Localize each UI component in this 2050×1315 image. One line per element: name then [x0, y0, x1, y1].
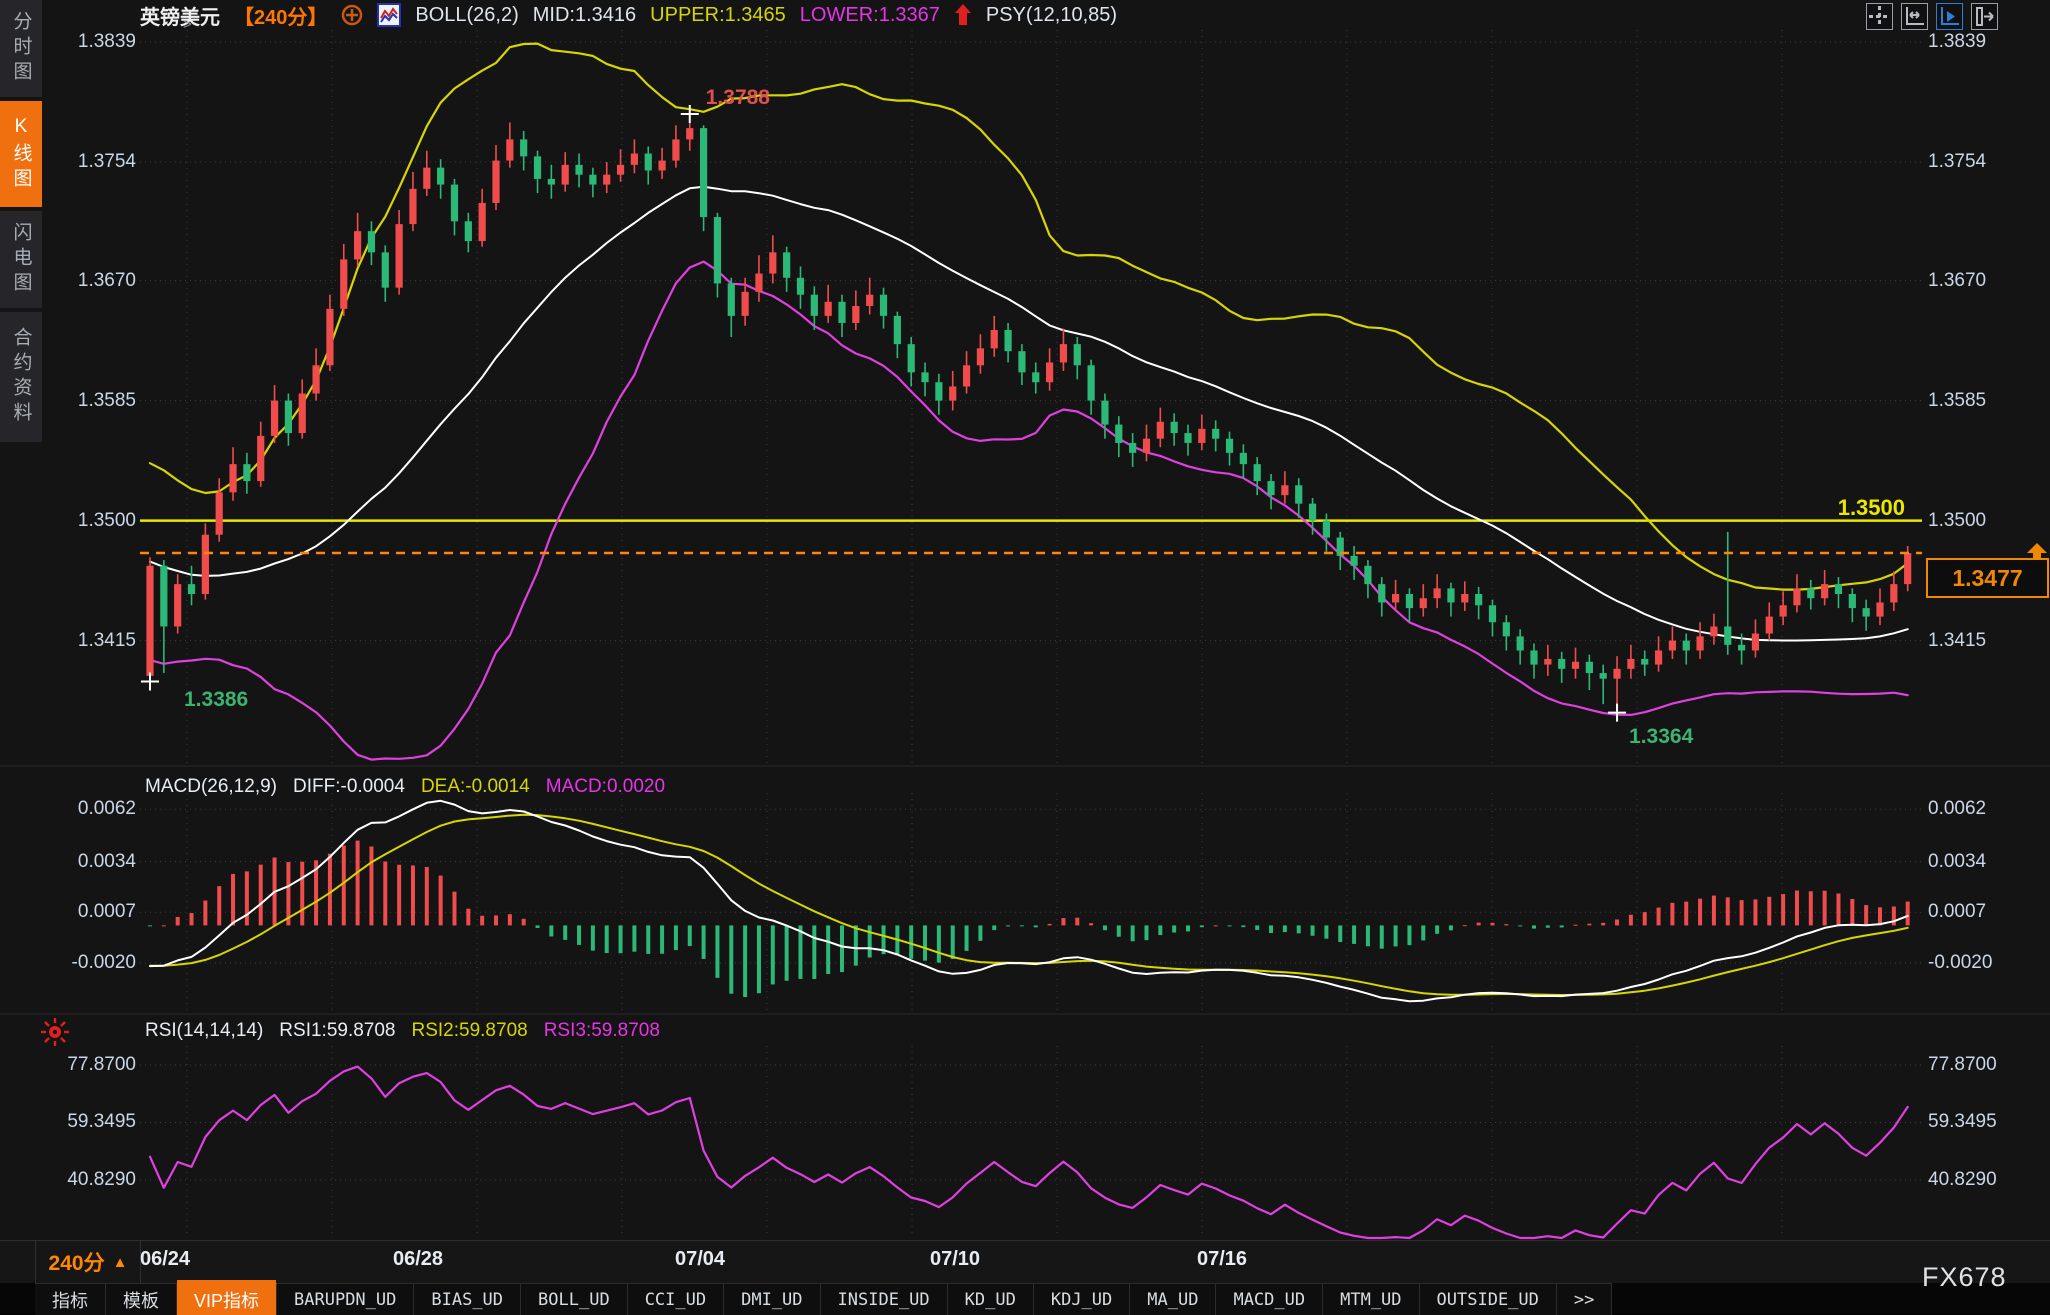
shift-right-icon[interactable]: [1971, 3, 1998, 30]
scale-play-active-icon[interactable]: [1936, 3, 1963, 30]
tab-3[interactable]: BARUPDN_UD: [277, 1283, 414, 1315]
tab-9[interactable]: KD_UD: [948, 1283, 1034, 1315]
date-label-4: 07/16: [1197, 1248, 1247, 1271]
boll-upper-value: UPPER:1.3465: [650, 4, 786, 27]
tab-8[interactable]: INSIDE_UD: [821, 1283, 948, 1315]
tab-0[interactable]: 指标: [35, 1283, 106, 1315]
price-up-arrow-icon: [2026, 543, 2048, 561]
boll-mid-value: MID:1.3416: [533, 4, 636, 27]
high-annotation: 1.3788: [706, 86, 770, 110]
tab-15[interactable]: >>: [1557, 1283, 1612, 1315]
chart-application: 分时图K线图闪电图合约资料 > 英镑美元 【240分】 BOLL(26,2) M…: [0, 0, 2050, 1314]
period-label[interactable]: 【240分】: [234, 1, 327, 30]
low-annotation: 1.3364: [1629, 725, 1693, 749]
macd-label: MACD(26,12,9): [145, 776, 277, 798]
rsi3-value: RSI3:59.8708: [544, 1020, 660, 1042]
tab-14[interactable]: OUTSIDE_UD: [1420, 1283, 1557, 1315]
chart-canvas[interactable]: [0, 0, 2050, 1314]
macd-label-row: MACD(26,12,9) DIFF:-0.0004 DEA:-0.0014 M…: [145, 776, 665, 798]
tab-6[interactable]: CCI_UD: [628, 1283, 724, 1315]
rsi-label-row: RSI(14,14,14) RSI1:59.8708 RSI2:59.8708 …: [145, 1020, 660, 1042]
tab-11[interactable]: MA_UD: [1130, 1283, 1216, 1315]
date-label-0: 06/24: [140, 1248, 190, 1271]
rsi-label: RSI(14,14,14): [145, 1020, 263, 1042]
rsi2-value: RSI2:59.8708: [412, 1020, 528, 1042]
tab-13[interactable]: MTM_UD: [1323, 1283, 1419, 1315]
macd-value: MACD:0.0020: [546, 776, 665, 798]
add-indicator-icon[interactable]: [341, 4, 363, 26]
tab-4[interactable]: BIAS_UD: [414, 1283, 521, 1315]
boll-lower-value: LOWER:1.3367: [800, 4, 940, 27]
date-label-2: 07/04: [675, 1248, 725, 1271]
period-up-icon: ▲: [113, 1254, 128, 1271]
macd-dea-value: DEA:-0.0014: [421, 776, 530, 798]
tab-12[interactable]: MACD_UD: [1216, 1283, 1323, 1315]
rsi1-value: RSI1:59.8708: [279, 1020, 395, 1042]
macd-diff-value: DIFF:-0.0004: [293, 776, 405, 798]
period-selector[interactable]: 240分 ▲: [35, 1241, 141, 1283]
tab-2[interactable]: VIP指标: [177, 1283, 277, 1315]
boll-label: BOLL(26,2): [415, 4, 518, 27]
alarm-blink-icon[interactable]: [40, 1017, 70, 1047]
date-label-1: 06/28: [393, 1248, 443, 1271]
date-label-3: 07/10: [930, 1248, 980, 1271]
period-text: 240分: [49, 1247, 105, 1277]
time-axis: 240分 ▲ 06/24 06/28 07/04 07/10 07/16: [0, 1240, 2050, 1285]
collapse-icon[interactable]: >: [183, 16, 192, 33]
mini-chart-icon[interactable]: [377, 3, 401, 27]
tab-10[interactable]: KDJ_UD: [1034, 1283, 1130, 1315]
symbol-title: 英镑美元: [140, 1, 220, 30]
current-price-tag: 1.3477: [1926, 558, 2049, 598]
brand-watermark: FX678: [1922, 1262, 2007, 1293]
move-crosshair-icon[interactable]: [1866, 3, 1893, 30]
chart-header: 英镑美元 【240分】 BOLL(26,2) MID:1.3416 UPPER:…: [140, 0, 1117, 30]
tab-1[interactable]: 模板: [106, 1283, 177, 1315]
tab-5[interactable]: BOLL_UD: [521, 1283, 628, 1315]
psy-label: PSY(12,10,85): [986, 4, 1117, 27]
first-low-annotation: 1.3386: [184, 688, 248, 712]
chart-toolbar: [1866, 3, 1998, 30]
up-arrow-icon: [954, 3, 972, 27]
tab-7[interactable]: DMI_UD: [724, 1283, 820, 1315]
scale-horizontal-icon[interactable]: [1901, 3, 1928, 30]
alert-price-label[interactable]: 1.3500: [1790, 495, 1905, 521]
indicator-tabbar: 指标模板VIP指标BARUPDN_UDBIAS_UDBOLL_UDCCI_UDD…: [0, 1283, 2050, 1314]
